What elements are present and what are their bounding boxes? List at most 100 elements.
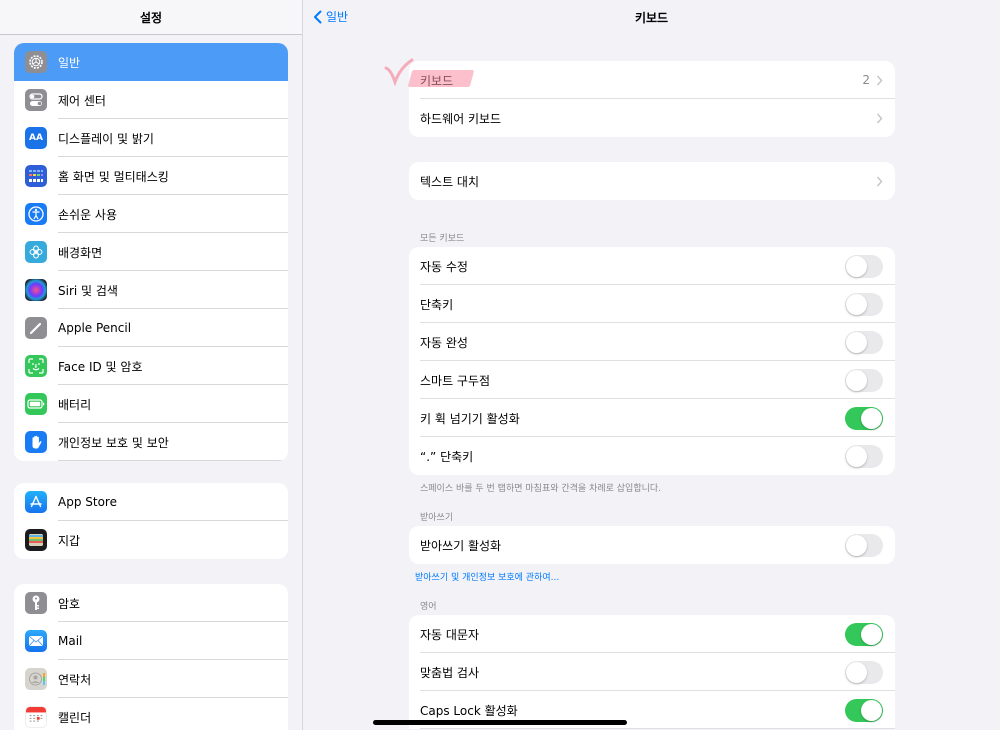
- calendar-icon: [25, 706, 47, 728]
- control-center-icon: [25, 89, 47, 111]
- wallpaper-icon: [25, 241, 47, 263]
- sidebar-item-calendar[interactable]: 캘린더: [14, 698, 288, 730]
- pencil-icon: [25, 317, 47, 339]
- row-label: 스마트 구두점: [420, 373, 491, 388]
- row-label: 텍스트 대치: [420, 174, 480, 189]
- auto-correction-toggle[interactable]: [845, 254, 883, 278]
- dictation-privacy-link[interactable]: 받아쓰기 및 개인정보 보호에 관하여...: [415, 570, 559, 583]
- sidebar-item-label: 암호: [58, 596, 81, 611]
- row-label: 단축키: [420, 297, 454, 312]
- sidebar-item-label: 손쉬운 사용: [58, 207, 118, 222]
- all-keyboards-header: 모든 키보드: [420, 234, 465, 244]
- toggle-knob: [846, 661, 867, 683]
- navigation-bar: 일반 키보드: [303, 0, 1000, 35]
- shortcuts-row: 단축키: [409, 285, 895, 323]
- auto-capitalization-row: 자동 대문자: [409, 615, 895, 653]
- toggle-knob: [861, 699, 882, 721]
- key-flicks-row: 키 휙 넘기기 활성화: [409, 399, 895, 437]
- annotation-highlight: [407, 70, 475, 87]
- privacy-hand-icon: [25, 431, 47, 453]
- sidebar-item-app-store[interactable]: App Store: [14, 483, 288, 521]
- predictive-row: 자동 완성: [409, 323, 895, 361]
- sidebar-item-wallet[interactable]: 지갑: [14, 521, 288, 559]
- sidebar-group-store: App Store 지갑: [14, 483, 288, 559]
- contacts-icon: [25, 668, 47, 690]
- page-title: 키보드: [634, 11, 669, 25]
- sidebar-item-label: 지갑: [58, 533, 81, 548]
- sidebar-item-mail[interactable]: Mail: [14, 622, 288, 660]
- key-flicks-toggle[interactable]: [845, 406, 883, 430]
- sidebar-item-label: Face ID 및 암호: [58, 359, 143, 374]
- sidebar-item-face-id[interactable]: Face ID 및 암호: [14, 347, 288, 385]
- toggle-knob: [846, 331, 867, 353]
- text-replacement-row[interactable]: 텍스트 대치: [409, 162, 895, 200]
- toggle-knob: [861, 407, 882, 429]
- caps-lock-toggle[interactable]: [845, 698, 883, 722]
- home-indicator[interactable]: [373, 720, 627, 725]
- sidebar-group-system: 일반 제어 센터 AA 디스플레이 및 밝기 홈 화면 및 멀티태스킹 손쉬운 …: [14, 43, 288, 461]
- chevron-right-icon: [876, 113, 883, 123]
- sidebar-item-accessibility[interactable]: 손쉬운 사용: [14, 195, 288, 233]
- smart-punctuation-toggle[interactable]: [845, 368, 883, 392]
- sidebar-item-wallpaper[interactable]: 배경화면: [14, 233, 288, 271]
- sidebar-item-label: 개인정보 보호 및 보안: [58, 435, 169, 450]
- period-shortcut-footnote: 스페이스 바를 두 번 탭하면 마침표와 간격을 차례로 삽입합니다.: [420, 484, 662, 494]
- keyboards-group: 키보드 2 하드웨어 키보드: [409, 61, 895, 137]
- sidebar-item-privacy[interactable]: 개인정보 보호 및 보안: [14, 423, 288, 461]
- sidebar: 설정 일반 제어 센터 AA 디스플레이 및 밝기 홈 화면 및 멀티태스킹 손…: [0, 0, 303, 730]
- auto-capitalization-toggle[interactable]: [845, 622, 883, 646]
- sidebar-item-control-center[interactable]: 제어 센터: [14, 81, 288, 119]
- sidebar-item-label: 배터리: [58, 397, 92, 412]
- row-label: 하드웨어 키보드: [420, 111, 502, 126]
- row-label: 자동 대문자: [420, 627, 480, 642]
- text-replacement-group: 텍스트 대치: [409, 162, 895, 200]
- row-label: Caps Lock 활성화: [420, 703, 518, 718]
- row-label: “.” 단축키: [420, 449, 474, 464]
- keyboard-count: 2: [862, 73, 870, 87]
- smart-punctuation-row: 스마트 구두점: [409, 361, 895, 399]
- siri-icon: [25, 279, 47, 301]
- sidebar-group-apps: 암호 Mail 연락처 캘린더: [14, 584, 288, 730]
- sidebar-item-label: App Store: [58, 495, 117, 509]
- toggle-knob: [846, 445, 867, 467]
- row-label: 키 휙 넘기기 활성화: [420, 411, 520, 426]
- sidebar-item-siri[interactable]: Siri 및 검색: [14, 271, 288, 309]
- sidebar-item-apple-pencil[interactable]: Apple Pencil: [14, 309, 288, 347]
- toggle-knob: [846, 255, 867, 277]
- sidebar-item-battery[interactable]: 배터리: [14, 385, 288, 423]
- face-id-icon: [25, 355, 47, 377]
- accessibility-icon: [25, 203, 47, 225]
- row-label: 키보드: [420, 72, 862, 89]
- enable-dictation-toggle[interactable]: [845, 533, 883, 557]
- sidebar-item-label: 일반: [58, 55, 81, 70]
- toggle-knob: [846, 369, 867, 391]
- keyboards-row[interactable]: 키보드 2: [409, 61, 895, 99]
- enable-dictation-row: 받아쓰기 활성화: [409, 526, 895, 564]
- row-label: 자동 수정: [420, 259, 468, 274]
- dictation-group: 받아쓰기 활성화: [409, 526, 895, 564]
- chevron-right-icon: [876, 176, 883, 186]
- auto-correction-row: 자동 수정: [409, 247, 895, 285]
- sidebar-item-contacts[interactable]: 연락처: [14, 660, 288, 698]
- sidebar-item-home-screen[interactable]: 홈 화면 및 멀티태스킹: [14, 157, 288, 195]
- home-screen-icon: [25, 165, 47, 187]
- sidebar-header: 설정: [0, 0, 302, 35]
- dictation-header: 받아쓰기: [420, 513, 454, 523]
- shortcuts-toggle[interactable]: [845, 292, 883, 316]
- sidebar-item-display[interactable]: AA 디스플레이 및 밝기: [14, 119, 288, 157]
- sidebar-item-label: 배경화면: [58, 245, 103, 260]
- wallet-icon: [25, 529, 47, 551]
- sidebar-item-general[interactable]: 일반: [14, 43, 288, 81]
- hardware-keyboard-row[interactable]: 하드웨어 키보드: [409, 99, 895, 137]
- check-spelling-toggle[interactable]: [845, 660, 883, 684]
- sidebar-item-passwords[interactable]: 암호: [14, 584, 288, 622]
- sidebar-item-label: Apple Pencil: [58, 321, 132, 335]
- toggle-knob: [861, 623, 882, 645]
- period-shortcut-toggle[interactable]: [845, 444, 883, 468]
- sidebar-item-label: 연락처: [58, 672, 92, 687]
- predictive-toggle[interactable]: [845, 330, 883, 354]
- sidebar-item-label: 캘린더: [58, 710, 92, 725]
- sidebar-item-label: Mail: [58, 634, 83, 648]
- period-shortcut-row: “.” 단축키: [409, 437, 895, 475]
- english-group: 자동 대문자 맞춤법 검사 Caps Lock 활성화: [409, 615, 895, 729]
